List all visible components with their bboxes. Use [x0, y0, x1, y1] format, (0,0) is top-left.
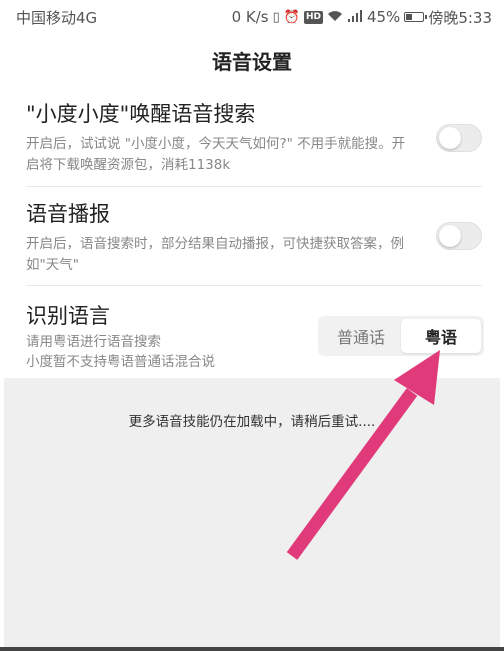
- setting-wake-word-desc-line1: 开启后，试试说 "小度小度，今天天气如何?" 不用手就能搜。开: [26, 136, 406, 152]
- toggle-knob: [439, 225, 461, 247]
- wifi-icon: [327, 8, 343, 26]
- setting-voice-broadcast-title: 语音播报: [26, 202, 110, 226]
- setting-wake-word-desc: 开启后，试试说 "小度小度，今天天气如何?" 不用手就能搜。开 启将下载唤醒资源…: [26, 134, 478, 176]
- setting-wake-word-title: "小度小度"唤醒语音搜索: [26, 102, 256, 126]
- setting-voice-broadcast: 语音播报 开启后，语音搜索时，部分结果自动播报，可快捷获取答案，例 如"天气": [0, 200, 504, 276]
- status-icons: 0 K/s ▯ ⏰ HD 45% 傍晚5:33: [232, 7, 492, 28]
- voice-broadcast-toggle[interactable]: [436, 222, 482, 250]
- network-speed: 0 K/s: [231, 8, 269, 26]
- page-title: 语音设置: [212, 49, 292, 74]
- battery-icon: [404, 12, 428, 22]
- alarm-icon: ⏰: [283, 9, 300, 25]
- divider: [26, 186, 482, 187]
- divider: [26, 285, 482, 286]
- battery-percent: 45%: [366, 8, 401, 26]
- vibrate-icon: ▯: [272, 9, 280, 25]
- loading-message: 更多语音技能仍在加载中，请稍后重试....: [128, 414, 376, 430]
- setting-wake-word-desc-line2: 启将下载唤醒资源包，消耗1138k: [26, 157, 231, 173]
- status-bar: 中国移动4G 0 K/s ▯ ⏰ HD 45% 傍晚5:33: [0, 0, 504, 34]
- setting-voice-broadcast-desc-line2: 如"天气": [26, 257, 79, 273]
- toggle-knob: [439, 127, 461, 149]
- signal-icon: [347, 8, 363, 26]
- wake-word-toggle[interactable]: [436, 124, 482, 152]
- hd-icon: HD: [303, 10, 323, 24]
- page-title-bar: 语音设置: [0, 36, 504, 84]
- setting-voice-broadcast-desc: 开启后，语音搜索时，部分结果自动播报，可快捷获取答案，例 如"天气": [26, 234, 478, 276]
- language-selector: 普通话 粤语: [318, 316, 484, 356]
- setting-wake-word: "小度小度"唤醒语音搜索 开启后，试试说 "小度小度，今天天气如何?" 不用手就…: [0, 100, 504, 176]
- language-option-cantonese[interactable]: 粤语: [401, 319, 481, 353]
- language-option-mandarin[interactable]: 普通话: [321, 319, 401, 353]
- clock: 傍晚5:33: [428, 8, 492, 27]
- setting-voice-broadcast-desc-line1: 开启后，语音搜索时，部分结果自动播报，可快捷获取答案，例: [26, 236, 404, 252]
- skills-loading-area: 更多语音技能仍在加载中，请稍后重试....: [4, 378, 500, 651]
- bottom-edge: [0, 647, 504, 651]
- carrier-label: 中国移动4G: [16, 8, 98, 27]
